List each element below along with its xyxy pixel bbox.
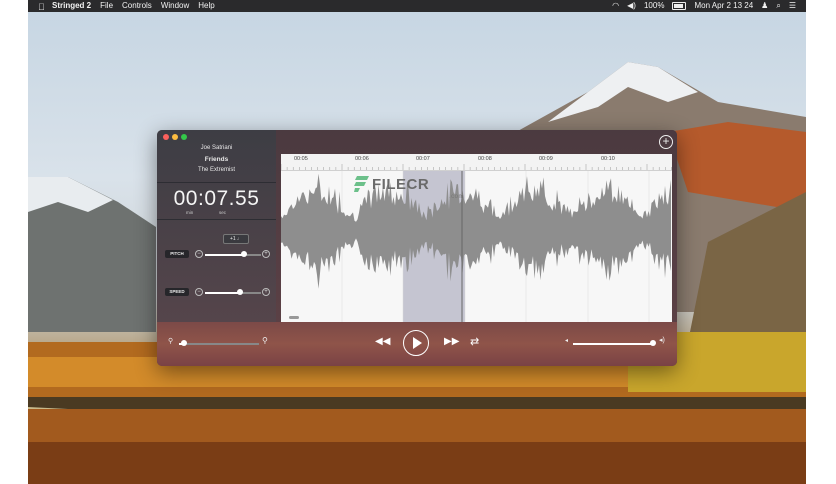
playback-timer: 00:07.55 (173, 187, 260, 210)
zoom-slider[interactable] (179, 343, 259, 345)
speed-label: SPEED (165, 288, 189, 296)
speed-minus-icon[interactable]: − (195, 288, 203, 296)
zoom-slider-knob[interactable] (180, 340, 187, 346)
song-album: The Extremist (197, 167, 235, 173)
fast-forward-icon[interactable]: ▶▶ (444, 337, 459, 347)
volume-high-icon: ◂) (659, 337, 665, 344)
volume-slider-knob[interactable] (649, 340, 656, 346)
pitch-plus-icon[interactable]: + (262, 250, 270, 258)
volume-slider[interactable] (573, 343, 655, 345)
speed-slider-knob[interactable] (236, 289, 243, 295)
song-info: Joe Satriani Friends The Extremist (157, 143, 276, 176)
zoom-out-icon[interactable]: ⚲ (168, 337, 173, 345)
menu-controls[interactable]: Controls (122, 0, 152, 12)
zoom-in-icon[interactable]: ⚲ (262, 336, 268, 345)
pitch-slider[interactable] (205, 254, 261, 256)
song-artist: Joe Satriani (200, 145, 233, 151)
pitch-slider-knob[interactable] (241, 251, 248, 257)
menu-help[interactable]: Help (198, 0, 214, 12)
window-close-button[interactable] (163, 134, 169, 140)
spotlight-search-icon[interactable]: ⌕ (776, 0, 780, 12)
apple-menu-icon[interactable]:  (38, 2, 46, 12)
pitch-semitone-badge: +1 ♩ (223, 234, 249, 244)
menu-file[interactable]: File (100, 0, 113, 12)
timer-panel: 00:07.55 min sec (157, 182, 276, 220)
pitch-minus-icon[interactable]: − (195, 250, 203, 258)
clock[interactable]: Mon Apr 2 13 24 (694, 0, 753, 12)
stringed-window: Joe Satriani Friends The Extremist 00:07… (157, 130, 677, 366)
waveform-panel: + 00:05 00:06 00:07 00:08 00:09 00:10 (276, 130, 677, 322)
filecr-logo-icon (354, 176, 369, 192)
watermark-suffix: .com (449, 194, 465, 200)
battery-icon[interactable] (672, 0, 687, 12)
timer-sec-label: sec (219, 210, 227, 215)
waveform-display[interactable] (281, 171, 672, 322)
menu-bar:  Stringed 2 File Controls Window Help ◠… (28, 0, 806, 12)
notification-center-icon[interactable]: ☰ (789, 0, 796, 12)
play-button[interactable] (403, 330, 429, 356)
watermark-text: FILECR .com (372, 176, 464, 200)
window-zoom-button[interactable] (181, 134, 187, 140)
rewind-icon[interactable]: ◀◀ (375, 337, 390, 347)
user-icon[interactable]: ♟ (761, 0, 768, 12)
time-ruler[interactable]: 00:05 00:06 00:07 00:08 00:09 00:10 (281, 154, 672, 171)
loop-icon[interactable]: ⇄ (470, 337, 479, 348)
volume-icon[interactable]: ◀) (627, 0, 636, 12)
waveform-graphic (281, 171, 671, 322)
sidebar-panel: Joe Satriani Friends The Extremist 00:07… (157, 130, 276, 322)
song-title: Friends (204, 156, 229, 163)
timer-min-label: min (186, 210, 194, 215)
volume-low-icon: ◂ (565, 338, 569, 344)
ruler-ticks (281, 164, 672, 170)
transport-bar: ⚲ ⚲ ◀◀ ▶▶ ⇄ ◂ ◂) (157, 322, 677, 366)
wifi-icon[interactable]: ◠ (612, 0, 619, 12)
pitch-label: PITCH (165, 250, 189, 258)
watermark-name: FILECR (372, 176, 430, 193)
battery-percent: 100% (643, 1, 665, 10)
add-marker-button[interactable]: + (659, 135, 673, 149)
speed-slider[interactable] (205, 292, 261, 294)
waveform-scroll-handle[interactable] (289, 316, 299, 319)
menubar-status-area: ◠ ◀) 100% Mon Apr 2 13 24 ♟ ⌕ ☰ (604, 0, 806, 12)
window-minimize-button[interactable] (172, 134, 178, 140)
speed-plus-icon[interactable]: + (262, 288, 270, 296)
menu-window[interactable]: Window (161, 0, 189, 12)
menu-app-name[interactable]: Stringed 2 (52, 0, 91, 12)
